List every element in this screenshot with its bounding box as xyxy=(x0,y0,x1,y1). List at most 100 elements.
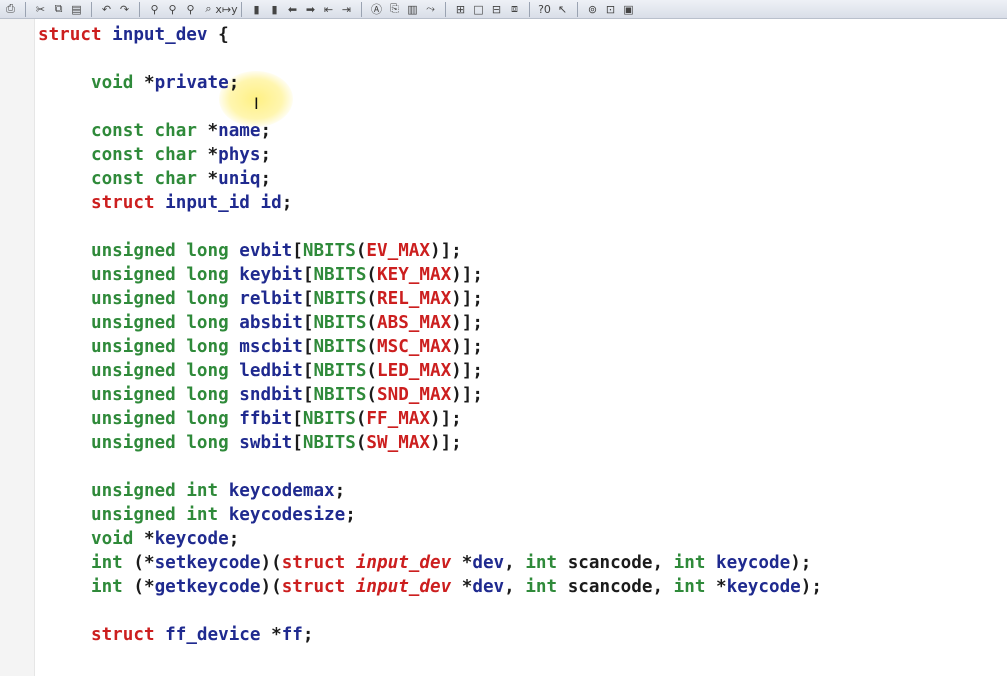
code-token: phys xyxy=(218,145,261,165)
code-token: , xyxy=(504,553,526,573)
code-token: unsigned long xyxy=(91,241,229,261)
code-token: unsigned long xyxy=(91,289,229,309)
code-token: uniq xyxy=(218,169,261,189)
code-token: NBITS xyxy=(313,265,367,285)
code-line: unsigned long relbit[NBITS(REL_MAX)]; xyxy=(38,287,1007,311)
code-token: NBITS xyxy=(302,241,356,261)
code-token: ; xyxy=(260,121,272,141)
code-token: [ xyxy=(302,313,314,333)
arrow-left-icon[interactable]: ⬅ xyxy=(284,1,301,17)
code-token: NBITS xyxy=(313,361,367,381)
code-token: ( xyxy=(355,433,367,453)
find-next-icon[interactable]: ⚲ xyxy=(164,1,181,17)
bookmark-next-icon[interactable]: ▮ xyxy=(266,1,283,17)
pointer-icon[interactable]: ↖ xyxy=(554,1,571,17)
outdent-icon[interactable]: ⇤ xyxy=(320,1,337,17)
find-prev-icon[interactable]: ⚲ xyxy=(182,1,199,17)
references-icon[interactable]: ⎘ xyxy=(386,1,403,17)
code-token: const char xyxy=(91,169,197,189)
code-token: ( xyxy=(366,265,378,285)
undo-icon[interactable]: ↶ xyxy=(98,1,115,17)
code-token: NBITS xyxy=(313,337,367,357)
code-token: KEY_MAX xyxy=(377,265,452,285)
code-token: id xyxy=(260,193,282,213)
code-token: input_id xyxy=(165,193,250,213)
code-token: NBITS xyxy=(313,289,367,309)
print-icon[interactable]: ⎙ xyxy=(2,1,19,17)
code-token: [ xyxy=(292,241,303,261)
toolbar-separator xyxy=(577,1,578,17)
cascade-icon[interactable]: ⧈ xyxy=(506,1,523,17)
layout-icon[interactable]: ▣ xyxy=(620,1,637,17)
code-token: NBITS xyxy=(302,433,356,453)
code-token: ABS_MAX xyxy=(377,313,452,333)
toolbar-separator xyxy=(139,1,140,17)
code-token: )]; xyxy=(451,313,483,333)
code-token: int xyxy=(673,553,706,573)
window-icon[interactable]: □ xyxy=(470,1,487,17)
relation-icon[interactable]: ⊚ xyxy=(584,1,601,17)
code-token: int xyxy=(91,577,123,597)
code-token: evbit xyxy=(239,241,293,261)
code-line: unsigned long mscbit[NBITS(MSC_MAX)]; xyxy=(38,335,1007,359)
code-token: unsigned long xyxy=(91,265,229,285)
code-token: ; xyxy=(228,529,240,549)
code-token: swbit xyxy=(239,433,293,453)
code-line: struct input_dev { xyxy=(38,23,1007,47)
grid-icon[interactable]: ⊞ xyxy=(452,1,469,17)
code-token: ( xyxy=(366,361,378,381)
code-token: const char xyxy=(91,145,197,165)
code-token: ; xyxy=(345,505,356,525)
symbol-icon[interactable]: Ⓐ xyxy=(368,1,385,17)
code-token: LED_MAX xyxy=(377,361,452,381)
code-token: * xyxy=(260,625,282,645)
replace-text-icon[interactable]: x↦y xyxy=(215,1,237,17)
text-cursor-icon: I xyxy=(254,94,259,113)
code-token: unsigned int xyxy=(91,505,219,525)
code-token: sndbit xyxy=(239,385,303,405)
tile-icon[interactable]: ⊟ xyxy=(488,1,505,17)
code-token: NBITS xyxy=(313,313,367,333)
code-token: * xyxy=(196,145,219,165)
find-icon[interactable]: ⚲ xyxy=(146,1,163,17)
code-token: void xyxy=(91,73,134,93)
book-icon[interactable]: ▥ xyxy=(404,1,421,17)
toolbar-separator xyxy=(241,1,242,17)
code-line: const char *name; xyxy=(38,119,1007,143)
code-token: ; xyxy=(302,625,314,645)
code-token: keycode xyxy=(716,553,791,573)
toolbar: ⎙ ✂ ⧉ ▤ ↶ ↷ ⚲ ⚲ ⚲ ⌕ x↦y ▮ ▮ ⬅ ➡ ⇤ ⇥ Ⓐ ⎘ ▥ ⤳ ⊞ □ ⊟ ⧈ ?0 ↖ ⊚ ⊡ ▣ xyxy=(0,0,1007,19)
code-token: unsigned long xyxy=(91,313,229,333)
code-token: struct xyxy=(38,25,102,45)
code-token: )]; xyxy=(451,265,483,285)
jump-icon[interactable]: ⤳ xyxy=(422,1,439,17)
code-token: keybit xyxy=(239,265,303,285)
code-token: ); xyxy=(790,553,812,573)
code-line: unsigned int keycodesize; xyxy=(38,503,1007,527)
graph-icon[interactable]: ⊡ xyxy=(602,1,619,17)
redo-icon[interactable]: ↷ xyxy=(116,1,133,17)
code-token: unsigned long xyxy=(91,361,229,381)
code-line: const char *phys; xyxy=(38,143,1007,167)
indent-icon[interactable]: ⇥ xyxy=(338,1,355,17)
arrow-right-icon[interactable]: ➡ xyxy=(302,1,319,17)
info-icon[interactable]: ?0 xyxy=(536,1,553,17)
code-token: name xyxy=(218,121,261,141)
toolbar-separator xyxy=(529,1,530,17)
paste-icon[interactable]: ▤ xyxy=(68,1,85,17)
cut-icon[interactable]: ✂ xyxy=(32,1,49,17)
code-token: dev xyxy=(472,577,505,597)
code-line: unsigned long keybit[NBITS(KEY_MAX)]; xyxy=(38,263,1007,287)
code-editor[interactable]: struct input_dev { void *private; const … xyxy=(38,23,1007,676)
bookmark-icon[interactable]: ▮ xyxy=(248,1,265,17)
code-token: * xyxy=(196,169,219,189)
code-token: )]; xyxy=(451,337,483,357)
copy-icon[interactable]: ⧉ xyxy=(50,1,67,17)
code-token: SND_MAX xyxy=(377,385,452,405)
